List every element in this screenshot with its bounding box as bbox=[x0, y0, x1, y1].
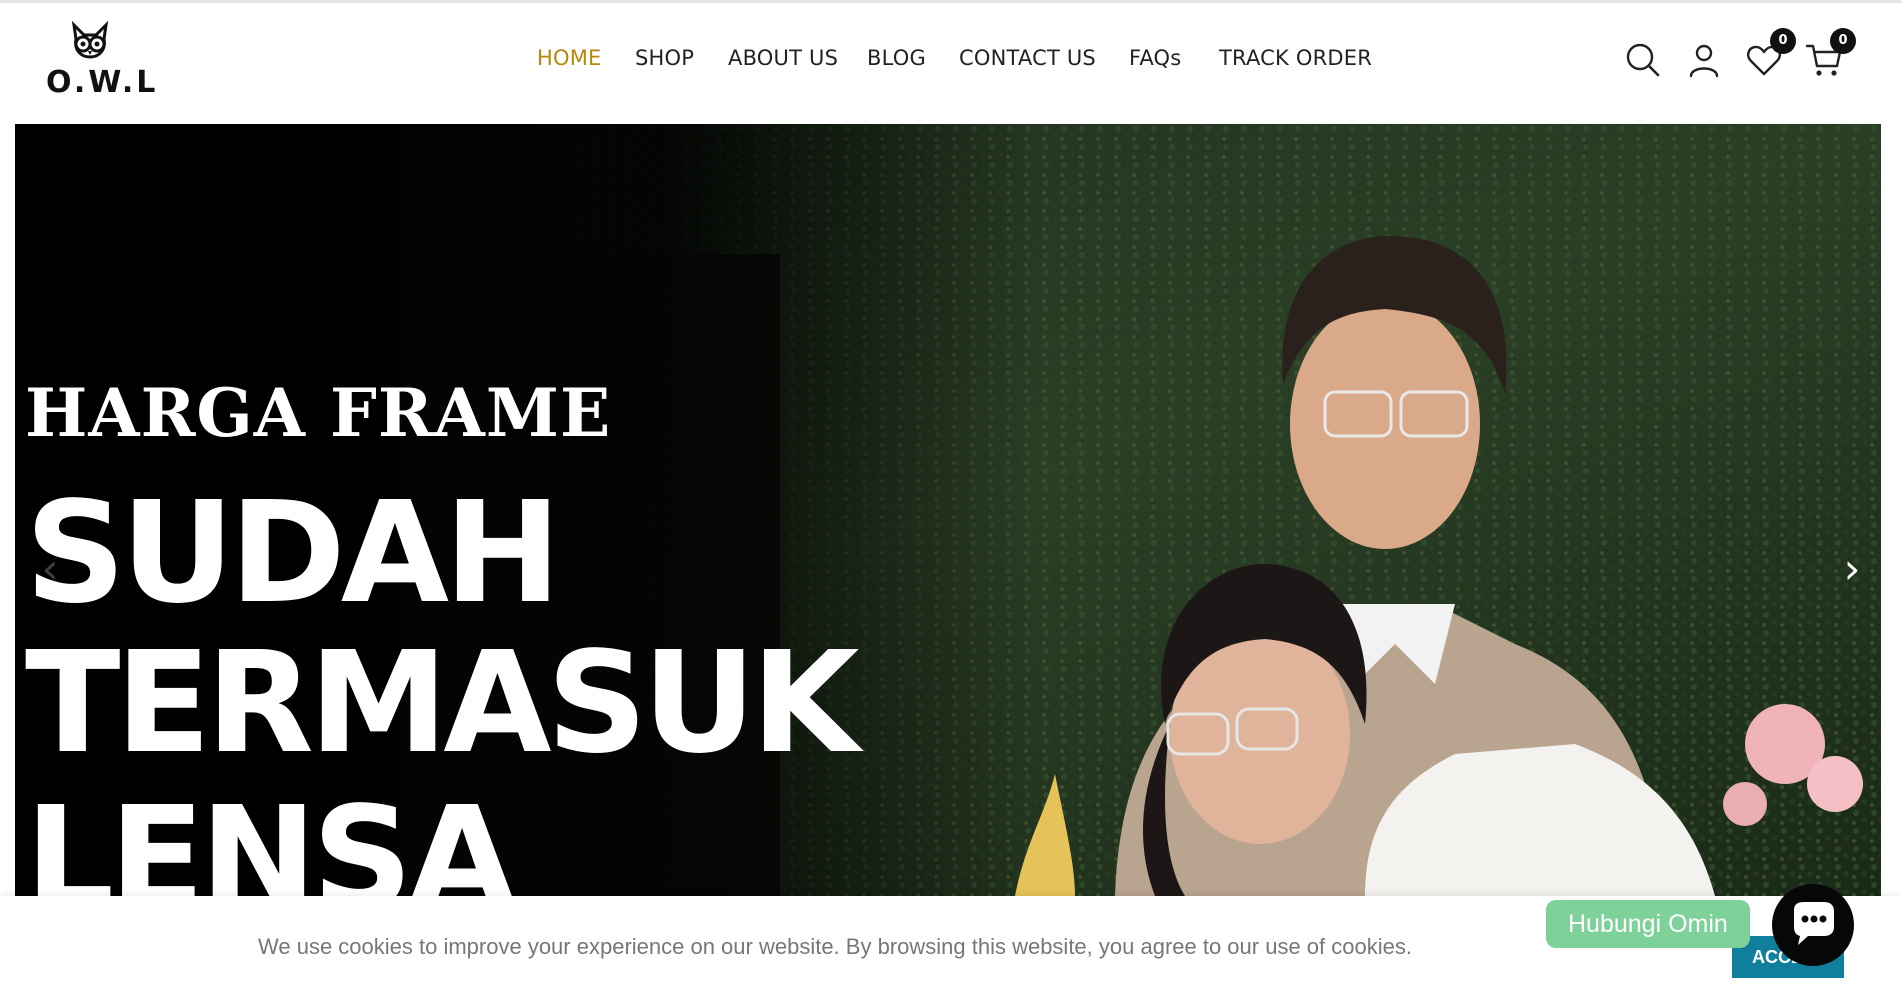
hero-headline-line2: TERMASUK bbox=[25, 622, 860, 785]
main-nav: HOME SHOP ABOUT US BLOG CONTACT US FAQs … bbox=[0, 3, 1902, 116]
slider-prev-button[interactable]: ‹ bbox=[35, 544, 65, 594]
hero-headline-line3: LENSA bbox=[25, 777, 516, 897]
cart-count-badge: 0 bbox=[1830, 28, 1856, 54]
hero-subheadline: HARGA FRAME bbox=[25, 374, 612, 452]
hero-headline-line1: SUDAH bbox=[25, 472, 561, 635]
nav-blog[interactable]: BLOG bbox=[867, 46, 926, 70]
chat-icon bbox=[1794, 902, 1834, 945]
user-icon bbox=[1689, 44, 1719, 78]
nav-faqs[interactable]: FAQs bbox=[1129, 46, 1181, 70]
nav-about-us[interactable]: ABOUT US bbox=[728, 46, 838, 70]
chat-button[interactable] bbox=[1772, 884, 1854, 966]
chat-label[interactable]: Hubungi Omin bbox=[1546, 900, 1750, 948]
account-button[interactable] bbox=[1685, 41, 1723, 79]
wishlist-button[interactable]: 0 bbox=[1745, 28, 1796, 79]
cookie-message: We use cookies to improve your experienc… bbox=[258, 934, 1412, 959]
search-button[interactable] bbox=[1624, 41, 1662, 79]
site-header: O.W.L HOME SHOP ABOUT US BLOG CONTACT US… bbox=[0, 3, 1902, 124]
wishlist-count-badge: 0 bbox=[1770, 28, 1796, 54]
chevron-left-icon: ‹ bbox=[41, 544, 59, 593]
nav-home[interactable]: HOME bbox=[537, 46, 602, 70]
hero-slider: HARGA FRAME SUDAH TERMASUK LENSA ‹ › bbox=[15, 124, 1881, 896]
search-icon bbox=[1626, 43, 1660, 77]
nav-track-order[interactable]: TRACK ORDER bbox=[1219, 46, 1372, 70]
nav-shop[interactable]: SHOP bbox=[635, 46, 694, 70]
chevron-right-icon: › bbox=[1843, 544, 1861, 593]
nav-contact-us[interactable]: CONTACT US bbox=[959, 46, 1096, 70]
slider-next-button[interactable]: › bbox=[1837, 544, 1867, 594]
cart-button[interactable]: 0 bbox=[1805, 28, 1856, 79]
